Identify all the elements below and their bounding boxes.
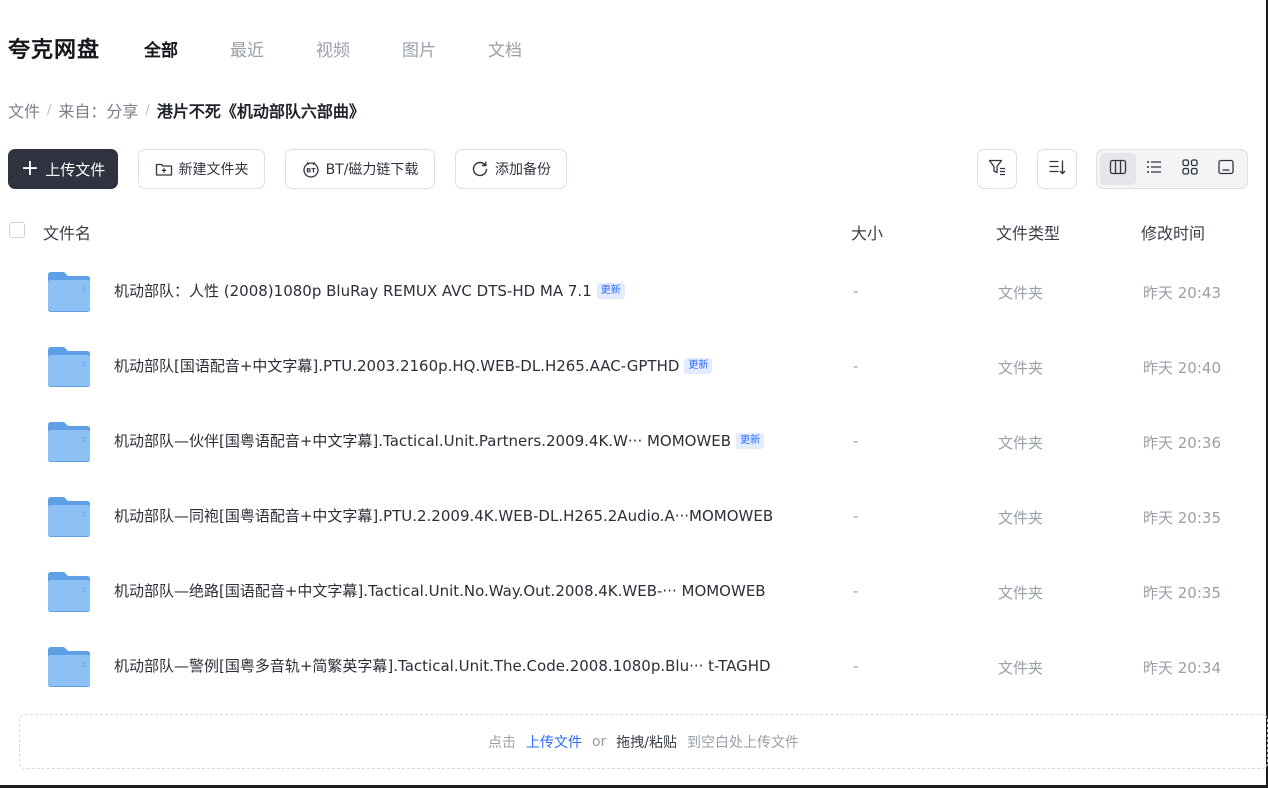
list-view-icon	[1145, 158, 1163, 180]
breadcrumb-separator: /	[47, 102, 52, 118]
file-name[interactable]: 机动部队[国语配音+中文字幕].PTU.2003.2160p.HQ.WEB-DL…	[114, 355, 679, 376]
folder-icon	[46, 570, 92, 613]
file-modified-time: 昨天 20:40	[1143, 359, 1221, 377]
sort-icon	[1047, 157, 1067, 181]
column-view-button[interactable]	[1100, 153, 1136, 185]
file-modified-time: 昨天 20:35	[1143, 584, 1221, 602]
file-type: 文件夹	[998, 434, 1044, 452]
list-view-button[interactable]	[1136, 153, 1172, 185]
table-row[interactable]: 机动部队[国语配音+中文字幕].PTU.2003.2160p.HQ.WEB-DL…	[8, 329, 1248, 404]
column-header-name[interactable]: 文件名	[43, 220, 91, 244]
app-logo: 夸克网盘	[8, 38, 101, 63]
folder-icon	[46, 270, 92, 313]
grid-view-button[interactable]	[1172, 153, 1208, 185]
upload-file-label: 上传文件	[45, 160, 106, 179]
add-backup-label: 添加备份	[495, 162, 551, 178]
file-name[interactable]: 机动部队—绝路[国语配音+中文字幕].Tactical.Unit.No.Way.…	[114, 580, 766, 601]
new-folder-button[interactable]: 新建文件夹	[138, 149, 265, 189]
grid-view-icon	[1181, 158, 1199, 180]
file-type: 文件夹	[998, 584, 1044, 602]
tab-documents[interactable]: 文档	[488, 36, 522, 61]
upload-drop-zone[interactable]: 点击 上传文件 or 拖拽/粘贴 到空白处上传文件	[19, 714, 1268, 769]
svg-text:BT: BT	[306, 167, 316, 175]
column-view-icon	[1109, 158, 1127, 180]
table-row[interactable]: 机动部队—警例[国粤多音轨+简繁英字幕].Tactical.Unit.The.C…	[8, 629, 1248, 704]
bt-magnet-download-button[interactable]: BT BT/磁力链下载	[285, 149, 435, 189]
file-name[interactable]: 机动部队—警例[国粤多音轨+简繁英字幕].Tactical.Unit.The.C…	[114, 655, 771, 676]
new-folder-label: 新建文件夹	[178, 162, 249, 178]
new-folder-icon	[155, 161, 173, 177]
file-modified-time: 昨天 20:35	[1143, 509, 1221, 527]
file-size: -	[853, 432, 859, 450]
toolbar: + 上传文件 新建文件夹 BT BT/磁力链下载 添加备份	[8, 149, 1248, 189]
table-row[interactable]: 机动部队—绝路[国语配音+中文字幕].Tactical.Unit.No.Way.…	[8, 554, 1248, 629]
bt-magnet-download-label: BT/磁力链下载	[325, 162, 419, 178]
file-name[interactable]: 机动部队—伙伴[国粤语配音+中文字幕].Tactical.Unit.Partne…	[114, 430, 731, 451]
update-badge: 更新	[684, 357, 713, 374]
preview-view-button[interactable]	[1208, 153, 1244, 185]
file-list: 机动部队：人性 (2008)1080p BluRay REMUX AVC DTS…	[8, 254, 1248, 704]
file-type: 文件夹	[998, 659, 1044, 677]
breadcrumb: 文件 / 来自：分享 / 港片不死《机动部队六部曲》	[8, 98, 365, 122]
file-size: -	[853, 282, 859, 300]
file-size: -	[853, 582, 859, 600]
file-size: -	[853, 507, 859, 525]
file-type: 文件夹	[998, 509, 1044, 527]
dropzone-upload-link[interactable]: 上传文件	[526, 732, 582, 752]
tab-video[interactable]: 视频	[316, 36, 350, 61]
file-modified-time: 昨天 20:34	[1143, 659, 1221, 677]
file-size: -	[853, 657, 859, 675]
folder-icon	[46, 495, 92, 538]
dropzone-drag-paste: 拖拽/粘贴	[616, 734, 678, 751]
preview-view-icon	[1217, 158, 1235, 180]
breadcrumb-shared[interactable]: 来自：分享	[58, 98, 138, 122]
column-header-type[interactable]: 文件类型	[996, 220, 1060, 244]
dropzone-prefix: 点击	[487, 734, 516, 751]
folder-icon	[46, 420, 92, 463]
file-name[interactable]: 机动部队：人性 (2008)1080p BluRay REMUX AVC DTS…	[114, 280, 592, 301]
select-all-checkbox[interactable]	[9, 222, 25, 238]
file-type: 文件夹	[998, 284, 1044, 302]
dropzone-or: or	[591, 733, 607, 750]
table-row[interactable]: 机动部队—同袍[国粤语配音+中文字幕].PTU.2.2009.4K.WEB-DL…	[8, 479, 1248, 554]
update-badge: 更新	[736, 432, 765, 449]
file-name[interactable]: 机动部队—同袍[国粤语配音+中文字幕].PTU.2.2009.4K.WEB-DL…	[114, 505, 773, 526]
update-badge: 更新	[596, 282, 625, 299]
file-modified-time: 昨天 20:43	[1143, 284, 1221, 302]
breadcrumb-files[interactable]: 文件	[8, 98, 40, 122]
file-modified-time: 昨天 20:36	[1143, 434, 1221, 452]
breadcrumb-separator: /	[145, 102, 150, 118]
plus-icon: +	[20, 156, 40, 181]
top-navigation: 夸克网盘 全部 最近 视频 图片 文档	[8, 28, 574, 68]
folder-icon	[46, 345, 92, 388]
file-size: -	[853, 357, 859, 375]
tab-images[interactable]: 图片	[402, 36, 436, 61]
column-header-modified[interactable]: 修改时间	[1141, 220, 1205, 244]
backup-icon	[471, 160, 489, 178]
folder-icon	[46, 645, 92, 688]
view-mode-switcher	[1096, 149, 1248, 189]
tab-recent[interactable]: 最近	[230, 36, 264, 61]
add-backup-button[interactable]: 添加备份	[455, 149, 567, 189]
table-row[interactable]: 机动部队—伙伴[国粤语配音+中文字幕].Tactical.Unit.Partne…	[8, 404, 1248, 479]
bt-icon: BT	[302, 160, 320, 178]
file-type: 文件夹	[998, 359, 1044, 377]
upload-file-button[interactable]: + 上传文件	[8, 149, 118, 189]
file-table-header: 文件名 大小 文件类型 修改时间	[8, 214, 1248, 246]
sort-button[interactable]	[1037, 149, 1077, 189]
dropzone-suffix: 到空白处上传文件	[687, 734, 800, 751]
filter-icon	[987, 157, 1007, 181]
column-header-size[interactable]: 大小	[851, 220, 883, 244]
filter-button[interactable]	[977, 149, 1017, 189]
tab-all[interactable]: 全部	[144, 36, 178, 61]
table-row[interactable]: 机动部队：人性 (2008)1080p BluRay REMUX AVC DTS…	[8, 254, 1248, 329]
breadcrumb-current-folder: 港片不死《机动部队六部曲》	[156, 102, 365, 121]
